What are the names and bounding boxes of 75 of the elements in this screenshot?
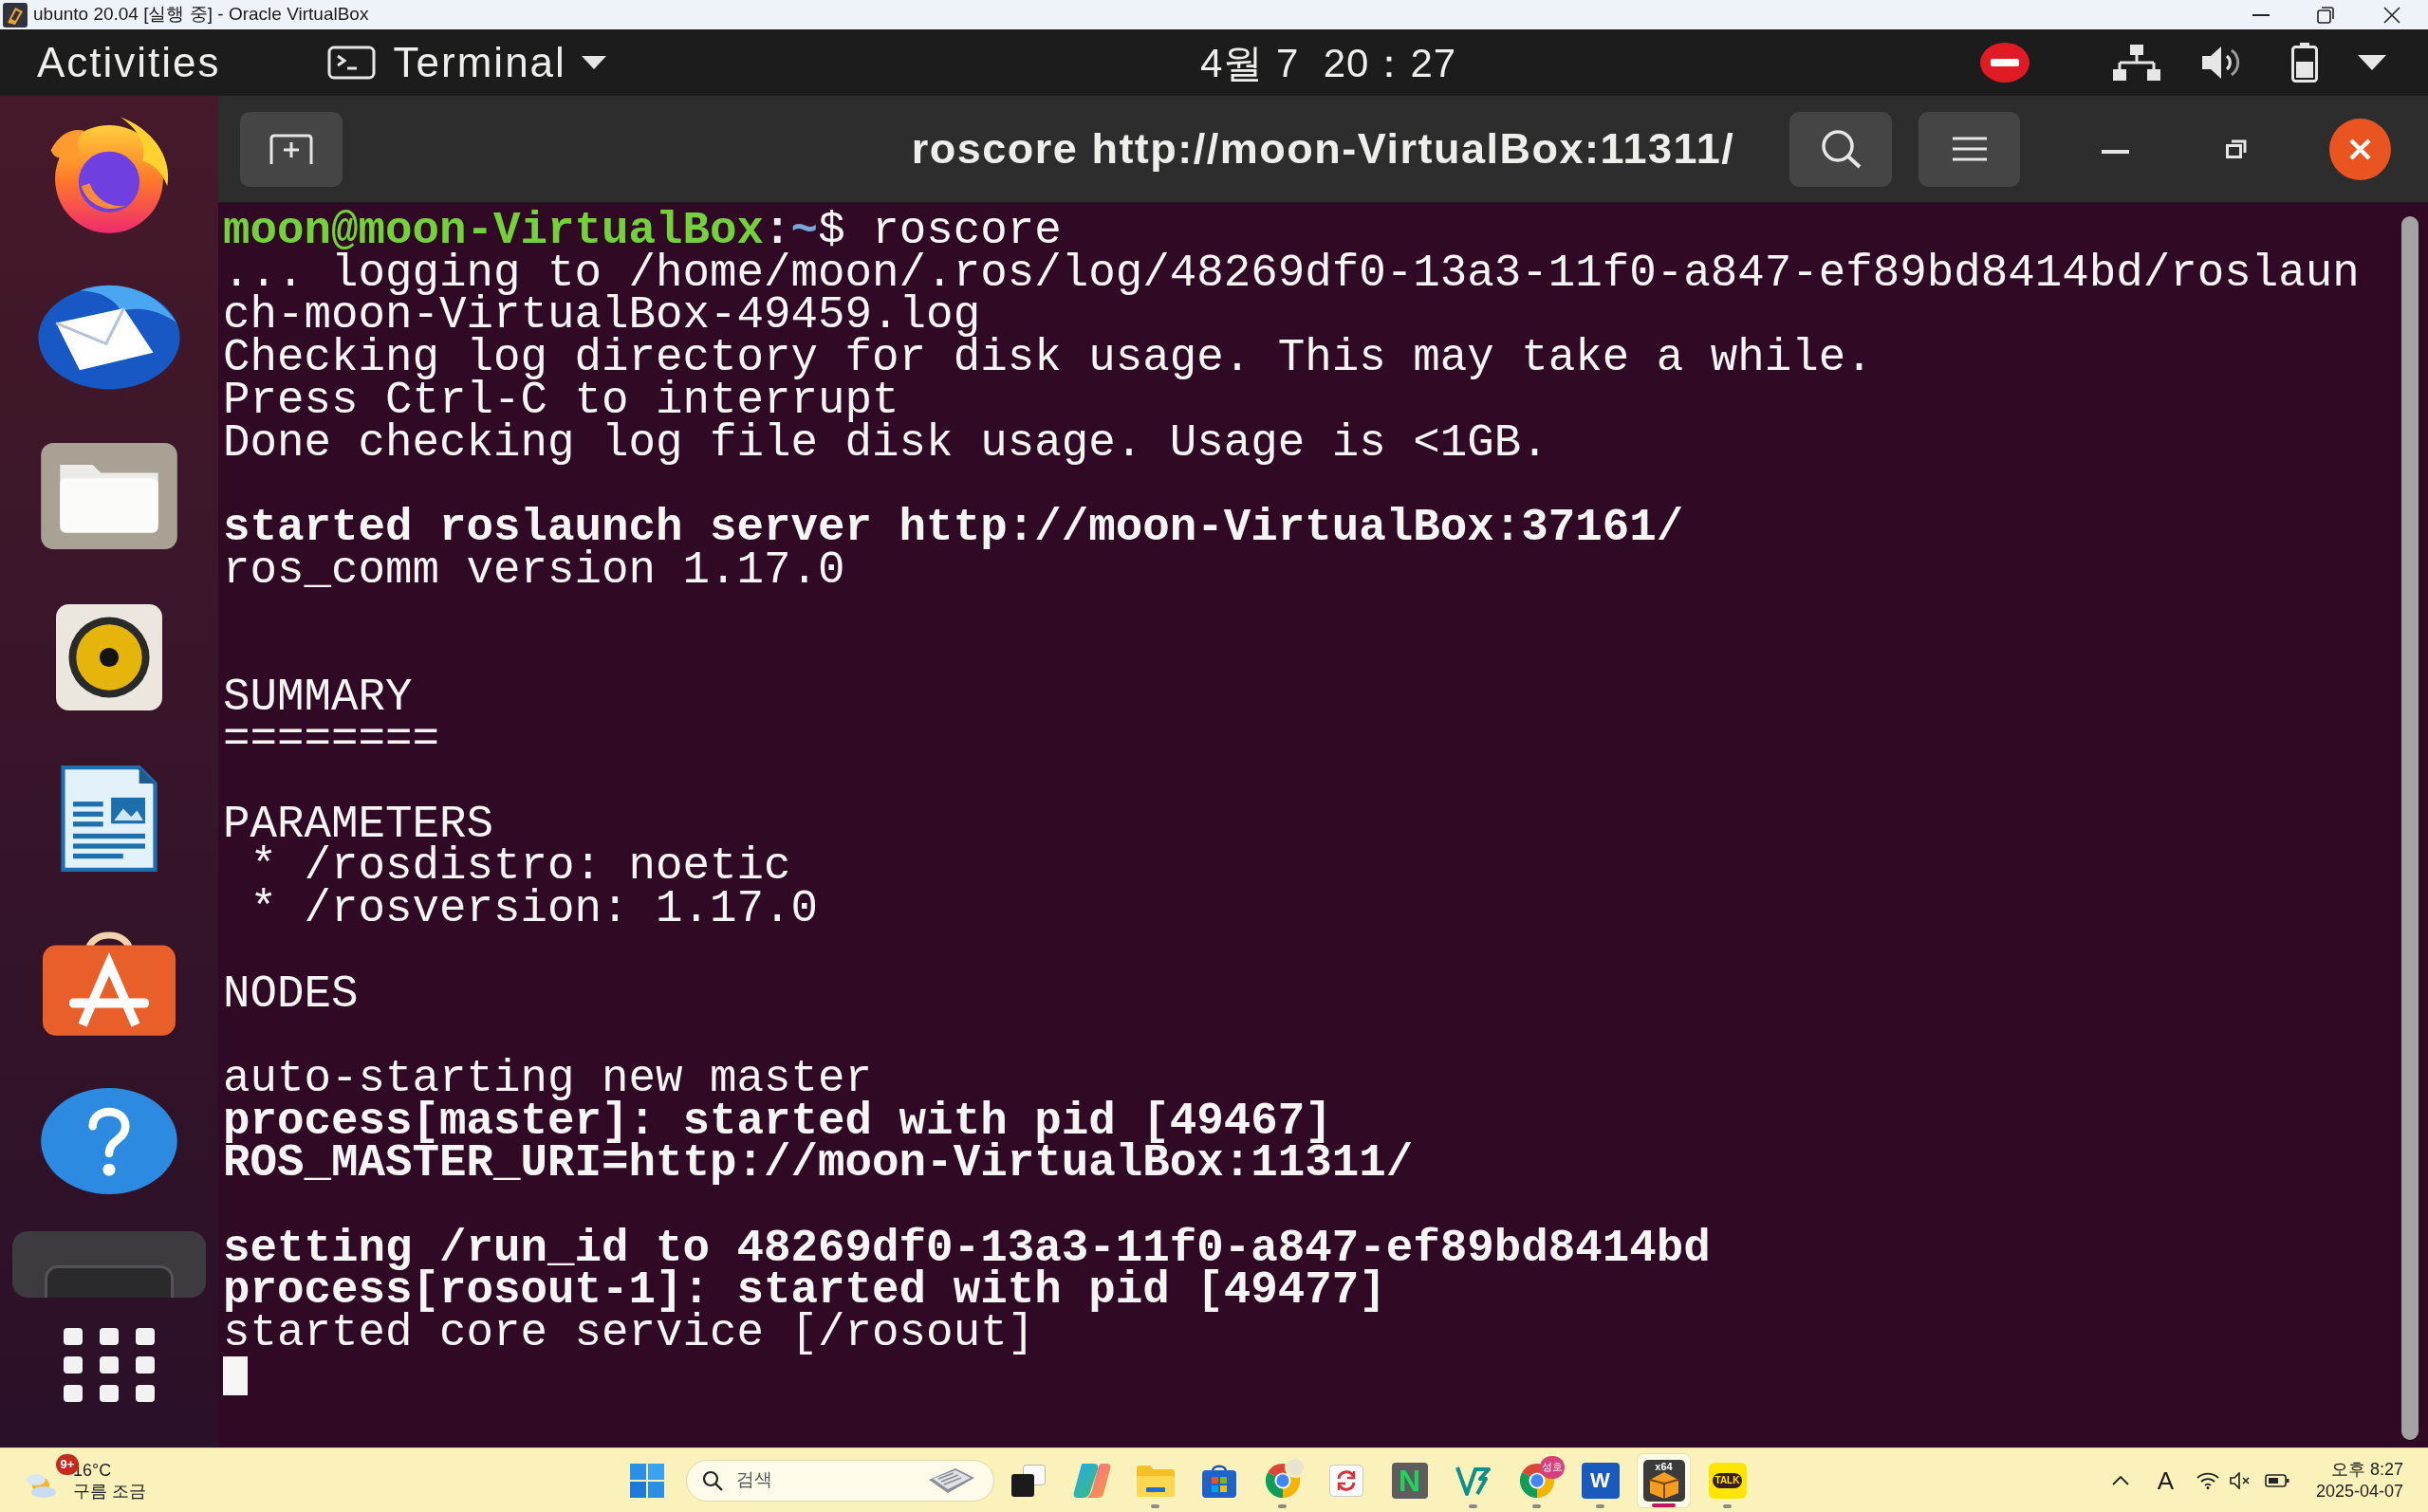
- menu-icon: [1952, 137, 1987, 161]
- restore-icon[interactable]: [2317, 6, 2334, 24]
- caret-down-icon: [581, 56, 606, 69]
- volume-icon[interactable]: [2202, 46, 2240, 80]
- terminal-line: * /rosversion: 1.17.0: [249, 888, 819, 931]
- app-grid-icon[interactable]: [64, 1328, 155, 1402]
- menu-button[interactable]: [1918, 111, 2020, 187]
- terminal-line: NODES: [223, 972, 359, 1016]
- minimize-icon[interactable]: [2252, 13, 2270, 16]
- activities-button[interactable]: Activities: [37, 31, 221, 94]
- terminal-line: process[master]: started with pid [49467]: [223, 1099, 1332, 1143]
- tile-label: TALK: [1712, 1472, 1743, 1488]
- battery-icon[interactable]: [2291, 43, 2318, 83]
- terminal-line: process[rosout-1]: started with pid [49477]: [223, 1269, 1386, 1313]
- folder-icon[interactable]: [41, 443, 177, 549]
- terminal-line: ros_comm version 1.17.0: [223, 548, 845, 592]
- tab-plus-icon: [269, 134, 314, 164]
- folder-icon[interactable]: [1136, 1464, 1175, 1497]
- profile-badge: 성호: [1540, 1455, 1565, 1479]
- terminal-line: setting /run_id to 48269df0-13a3-11f0-a847-ef89bd8414bd: [223, 1226, 1711, 1270]
- minus-circle-icon[interactable]: [1980, 43, 2030, 83]
- terminal-line: ROS_MASTER_URI=http://moon-VirtualBox:11311/: [223, 1142, 1414, 1186]
- letter-tile[interactable]: W: [1581, 1462, 1620, 1499]
- chevron-up-icon[interactable]: [2111, 1475, 2129, 1485]
- window-stack-icon[interactable]: [1010, 1464, 1046, 1497]
- tile-label: x64: [1655, 1460, 1673, 1472]
- terminal-line: SUMMARY: [223, 675, 413, 719]
- app-menu-button[interactable]: Terminal: [326, 31, 606, 94]
- terminal-line: * /rosdistro: noetic: [249, 845, 791, 889]
- cube-icon: [1649, 1471, 1678, 1499]
- app-icon: [3, 2, 28, 28]
- terminal-line: ch-moon-VirtualBox-49459.log: [223, 294, 981, 338]
- search-button[interactable]: [1789, 111, 1892, 187]
- help-icon[interactable]: [41, 1088, 177, 1194]
- chat-tile[interactable]: TALK: [1708, 1462, 1747, 1499]
- close-icon[interactable]: [2329, 118, 2391, 180]
- terminal-title: roscore http://moon-VirtualBox:11311/: [911, 123, 1735, 175]
- window-title: ubunto 20.04 [실행 중] - Oracle VirtualBox: [33, 3, 369, 27]
- four-squares-icon[interactable]: [630, 1463, 664, 1498]
- new-tab-button[interactable]: [240, 111, 343, 187]
- document-icon[interactable]: [59, 764, 159, 874]
- terminal-prompt-icon: [326, 46, 376, 80]
- clock[interactable]: 4월 7 20：27: [1200, 32, 1457, 93]
- caret-down-icon[interactable]: [2358, 55, 2386, 70]
- terminal-line: PARAMETERS: [223, 802, 494, 846]
- taskbar-app-button[interactable]: x64: [1638, 1453, 1690, 1507]
- restore-icon[interactable]: [2226, 139, 2247, 158]
- close-icon[interactable]: [2383, 6, 2400, 24]
- battery-icon[interactable]: [2265, 1473, 2289, 1487]
- terminal-line: ========: [223, 718, 440, 762]
- search-placeholder: 검색: [736, 1468, 772, 1492]
- terminal-line: started core service [/rosout]: [223, 1312, 1035, 1355]
- terminal-line: ... logging to /home/moon/.ros/log/48269df0-13a3-11f0-a847-ef89bd8414bd/roslaun: [223, 251, 2360, 295]
- terminal-line: Checking log directory for disk usage. This may take a while.: [223, 337, 1873, 379]
- scrollbar-thumb[interactable]: [2401, 216, 2419, 1440]
- refresh-icon[interactable]: [1328, 1464, 1363, 1497]
- speaker-icon[interactable]: [55, 604, 163, 710]
- taskbar-date[interactable]: 2025-04-07: [2315, 1480, 2403, 1503]
- terminal-line: Done checking log file disk usage. Usage is <1GB.: [223, 421, 1548, 465]
- newspaper-icon: [927, 1466, 976, 1495]
- wifi-icon[interactable]: [2196, 1471, 2219, 1489]
- muted-speaker-icon[interactable]: [2230, 1471, 2251, 1489]
- terminal-line: auto-starting new master: [223, 1057, 873, 1100]
- search-icon: [702, 1469, 723, 1491]
- terminal-line: Press Ctrl-C to interrupt: [223, 378, 899, 422]
- network-icon[interactable]: [2113, 45, 2160, 81]
- tile-icon[interactable]: [45, 1265, 174, 1298]
- search-icon: [1820, 129, 1862, 169]
- app-tile[interactable]: x64: [1642, 1459, 1685, 1502]
- search-field[interactable]: 검색: [686, 1459, 994, 1502]
- weather-condition: 구름 조금: [73, 1480, 146, 1502]
- taskbar-time[interactable]: 오후 8:27: [2330, 1458, 2403, 1481]
- input-mode-indicator[interactable]: A: [2157, 1467, 2174, 1493]
- prompt-line: moon@moon-VirtualBox:~$ roscore: [223, 210, 1062, 252]
- terminal-line: started roslaunch server http://moon-VirtualBox:37161/: [223, 506, 1684, 549]
